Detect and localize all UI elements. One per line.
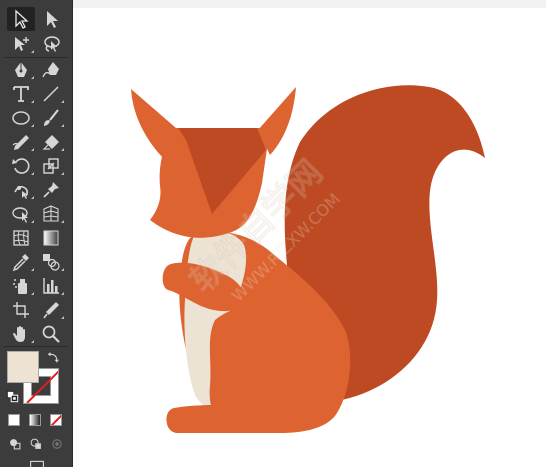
line-segment-tool[interactable] <box>37 82 65 106</box>
ellipse-icon <box>12 111 30 125</box>
gradient-mode-button[interactable] <box>29 414 41 426</box>
selection-tool[interactable] <box>7 7 35 31</box>
lasso-tool[interactable] <box>37 32 65 56</box>
artboard-icon <box>13 302 29 318</box>
perspective-grid-icon <box>43 205 59 222</box>
magic-wand-icon <box>15 37 29 51</box>
slice-icon <box>43 302 59 319</box>
blend-icon <box>43 254 60 271</box>
mesh-icon <box>13 230 29 246</box>
default-colors-icon <box>6 390 18 402</box>
gradient-icon <box>43 230 59 246</box>
magic-wand-tool[interactable] <box>7 32 35 56</box>
blend-tool[interactable] <box>37 250 65 274</box>
swap-fill-stroke-button[interactable] <box>44 348 64 366</box>
pencil-icon <box>12 135 29 150</box>
symbol-sprayer-tool[interactable] <box>7 274 35 298</box>
eraser-tool[interactable] <box>37 130 65 154</box>
pen-icon <box>15 62 27 77</box>
column-graph-tool[interactable] <box>37 274 65 298</box>
shape-builder-tool[interactable] <box>7 202 35 226</box>
draw-behind-button[interactable] <box>27 436 45 452</box>
screen-mode-button[interactable] <box>26 458 48 467</box>
artboard-tool[interactable] <box>7 298 35 322</box>
swap-arrows-icon <box>47 352 59 363</box>
type-icon <box>13 86 29 102</box>
slice-tool[interactable] <box>37 298 65 322</box>
zoom-tool[interactable] <box>37 322 65 346</box>
rotate-tool[interactable] <box>7 154 35 178</box>
curvature-icon <box>42 62 59 78</box>
pin-tool[interactable] <box>37 178 65 202</box>
tools-panel <box>0 0 73 467</box>
eraser-icon <box>42 135 59 150</box>
scale-icon <box>43 158 59 174</box>
default-fill-stroke-button[interactable] <box>4 388 20 404</box>
hand-tool[interactable] <box>7 322 35 346</box>
arrow-filled-icon <box>47 11 58 28</box>
none-mode-button[interactable] <box>50 414 62 426</box>
perspective-grid-tool[interactable] <box>37 202 65 226</box>
type-tool[interactable] <box>7 82 35 106</box>
puppet-warp-tool[interactable] <box>7 178 35 202</box>
eyedropper-icon <box>12 254 29 272</box>
curvature-tool[interactable] <box>37 58 65 82</box>
pencil-tool[interactable] <box>7 130 35 154</box>
scale-tool[interactable] <box>37 154 65 178</box>
rotate-icon <box>12 158 30 174</box>
draw-normal-icon <box>10 439 21 450</box>
line-icon <box>43 86 59 102</box>
pen-tool[interactable] <box>7 58 35 82</box>
fill-color-swatch[interactable] <box>7 351 39 383</box>
symbol-sprayer-icon <box>13 279 27 294</box>
draw-inside-icon <box>52 439 62 449</box>
draw-inside-button[interactable] <box>48 436 66 452</box>
ellipse-tool[interactable] <box>7 106 35 130</box>
arrow-outline-icon <box>15 9 29 29</box>
none-slash-icon <box>51 415 61 425</box>
brush-icon <box>44 109 59 126</box>
paintbrush-tool[interactable] <box>37 106 65 130</box>
squirrel-foot[interactable] <box>166 404 253 433</box>
lasso-icon <box>44 36 60 52</box>
draw-normal-button[interactable] <box>6 436 24 452</box>
pin-icon <box>43 182 59 198</box>
squirrel-illustration[interactable]: 软件自学网 WWW.RJZXW.COM <box>73 0 546 467</box>
draw-behind-icon <box>30 438 41 449</box>
screen-mode-icon <box>30 460 44 467</box>
hand-icon <box>13 326 25 342</box>
mesh-tool[interactable] <box>7 226 35 250</box>
color-mode-button[interactable] <box>8 414 20 426</box>
puppet-warp-icon <box>14 185 29 199</box>
eyedropper-tool[interactable] <box>7 250 35 274</box>
gradient-tool[interactable] <box>37 226 65 250</box>
shape-builder-icon <box>12 207 28 223</box>
direct-selection-tool[interactable] <box>37 7 65 31</box>
zoom-icon <box>42 325 60 343</box>
column-graph-icon <box>43 278 59 294</box>
